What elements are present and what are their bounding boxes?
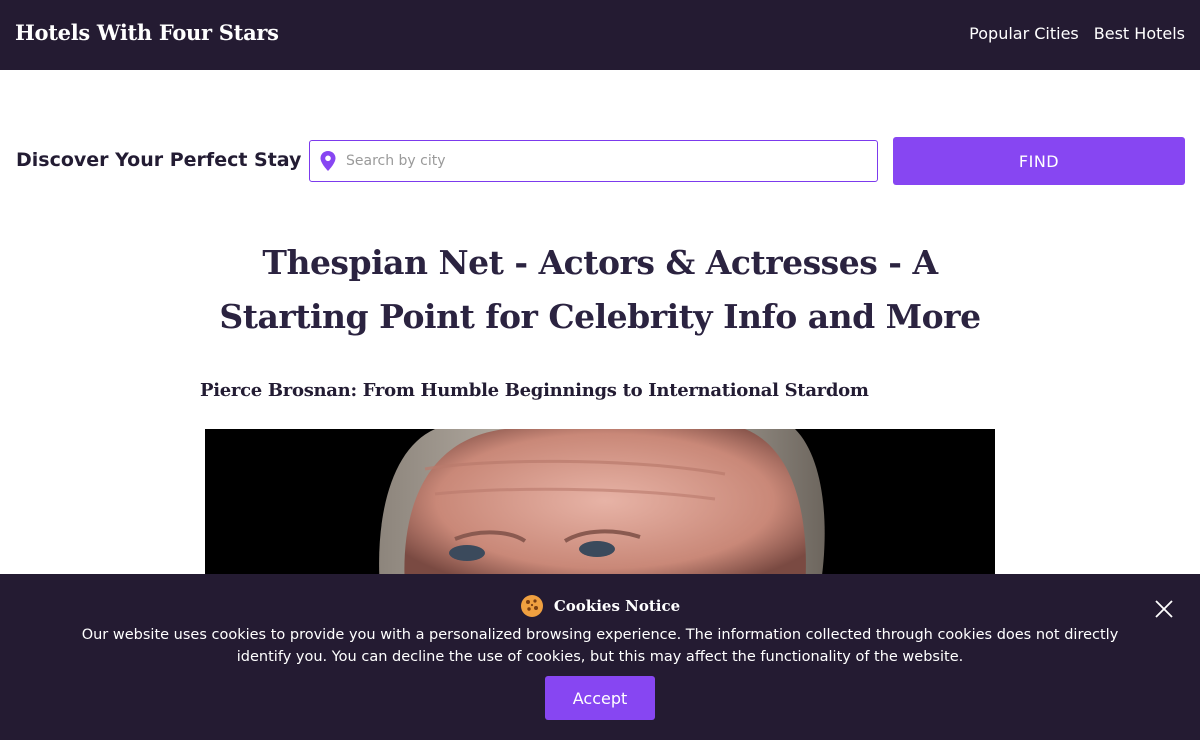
cookie-message: Our website uses cookies to provide you … [81, 627, 1119, 665]
article-subtitle: Pierce Brosnan: From Humble Beginnings t… [200, 380, 869, 401]
site-brand[interactable]: Hotels With Four Stars [15, 20, 279, 45]
cookie-icon [520, 595, 543, 617]
find-button[interactable]: FIND [893, 137, 1185, 185]
search-box[interactable] [309, 140, 878, 182]
portrait-image [205, 429, 995, 589]
cookie-header: Cookies Notice [0, 594, 1200, 618]
close-icon[interactable] [1153, 598, 1175, 620]
top-navbar: Hotels With Four Stars Popular Cities Be… [0, 0, 1200, 70]
nav-link-popular-cities[interactable]: Popular Cities [969, 24, 1079, 43]
cookie-title: Cookies Notice [553, 597, 681, 615]
map-pin-icon [320, 151, 336, 171]
nav-link-best-hotels[interactable]: Best Hotels [1094, 24, 1185, 43]
cookie-banner: Cookies Notice Our website uses cookies … [0, 574, 1200, 740]
search-input[interactable] [346, 141, 871, 181]
page-title: Thespian Net - Actors & Actresses - A St… [219, 243, 981, 336]
main-nav: Popular Cities Best Hotels [969, 24, 1185, 43]
search-heading: Discover Your Perfect Stay [16, 149, 302, 171]
accept-cookies-button[interactable]: Accept [545, 676, 655, 720]
article-photo [205, 429, 995, 589]
